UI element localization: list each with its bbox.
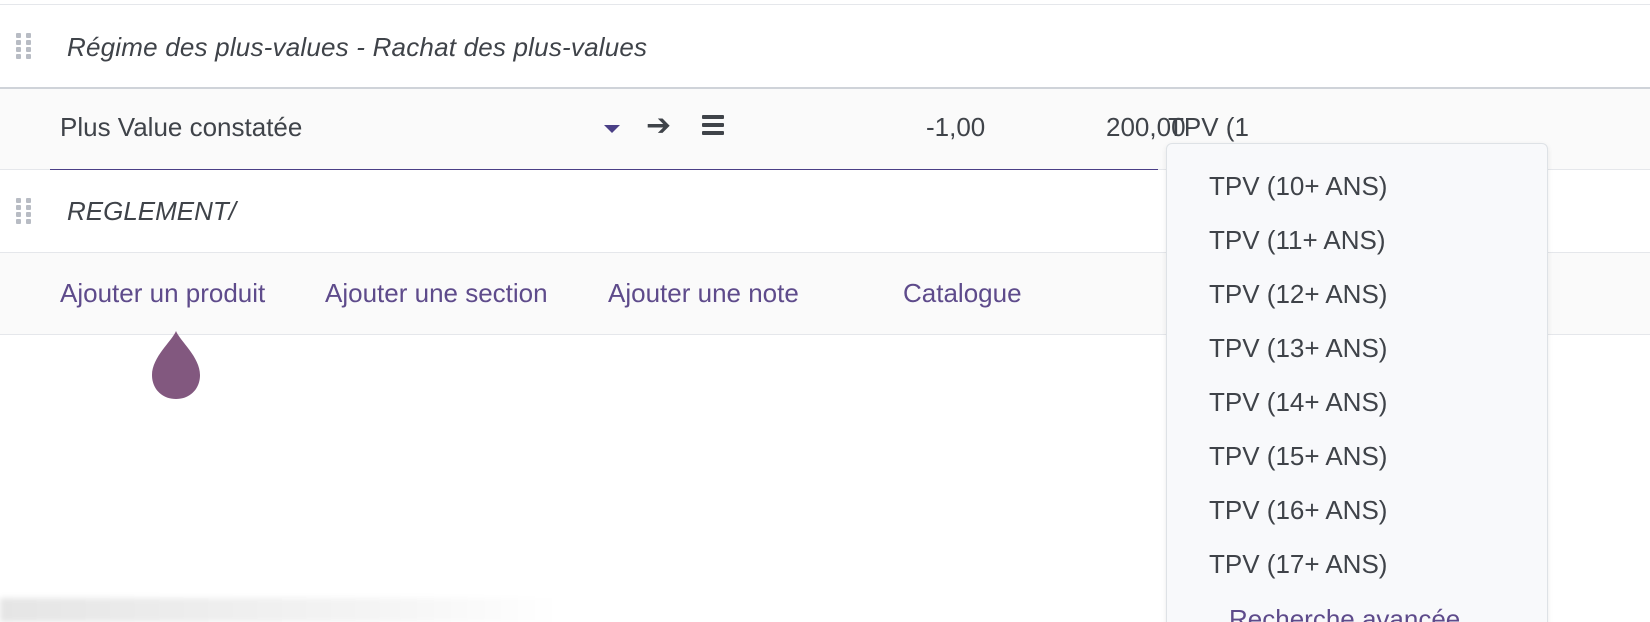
quantity-field[interactable]: -1,00 xyxy=(926,112,985,143)
product-field[interactable]: Plus Value constatée ➔ -1,00 200,00 xyxy=(50,89,1186,171)
product-input[interactable]: Plus Value constatée xyxy=(60,112,302,143)
order-lines-view: Régime des plus-values - Rachat des plus… xyxy=(0,0,1650,622)
add-product-link[interactable]: Ajouter un produit xyxy=(60,278,265,309)
add-note-link[interactable]: Ajouter une note xyxy=(608,278,799,309)
drop-marker-icon xyxy=(152,331,200,399)
section-title[interactable]: Régime des plus-values - Rachat des plus… xyxy=(67,32,647,63)
bottom-shadow xyxy=(0,598,560,622)
catalog-link[interactable]: Catalogue xyxy=(903,278,1022,309)
dropdown-item[interactable]: TPV (16+ ANS) xyxy=(1209,495,1387,526)
advanced-search-link[interactable]: Recherche avancée xyxy=(1229,604,1460,622)
dropdown-item[interactable]: TPV (17+ ANS) xyxy=(1209,549,1387,580)
dropdown-item[interactable]: TPV (14+ ANS) xyxy=(1209,387,1387,418)
dropdown-item[interactable]: TPV (10+ ANS) xyxy=(1209,171,1387,202)
arrow-right-icon[interactable]: ➔ xyxy=(646,111,671,141)
menu-lines-icon[interactable] xyxy=(702,115,724,135)
dropdown-item[interactable]: TPV (11+ ANS) xyxy=(1209,225,1386,256)
add-section-link[interactable]: Ajouter une section xyxy=(325,278,548,309)
dropdown-item[interactable]: TPV (12+ ANS) xyxy=(1209,279,1387,310)
dropdown-item[interactable]: TPV (13+ ANS) xyxy=(1209,333,1387,364)
note-text[interactable]: REGLEMENT/ xyxy=(67,196,236,227)
drag-handle-icon[interactable] xyxy=(16,198,34,226)
caret-down-icon[interactable] xyxy=(604,125,620,133)
tax-input[interactable]: TPV (1 xyxy=(1168,112,1249,143)
dropdown-item[interactable]: TPV (15+ ANS) xyxy=(1209,441,1387,472)
drag-handle-icon[interactable] xyxy=(16,33,34,61)
section-line[interactable]: Régime des plus-values - Rachat des plus… xyxy=(0,5,1650,89)
tax-autocomplete-dropdown: TPV (10+ ANS) TPV (11+ ANS) TPV (12+ ANS… xyxy=(1166,143,1548,622)
